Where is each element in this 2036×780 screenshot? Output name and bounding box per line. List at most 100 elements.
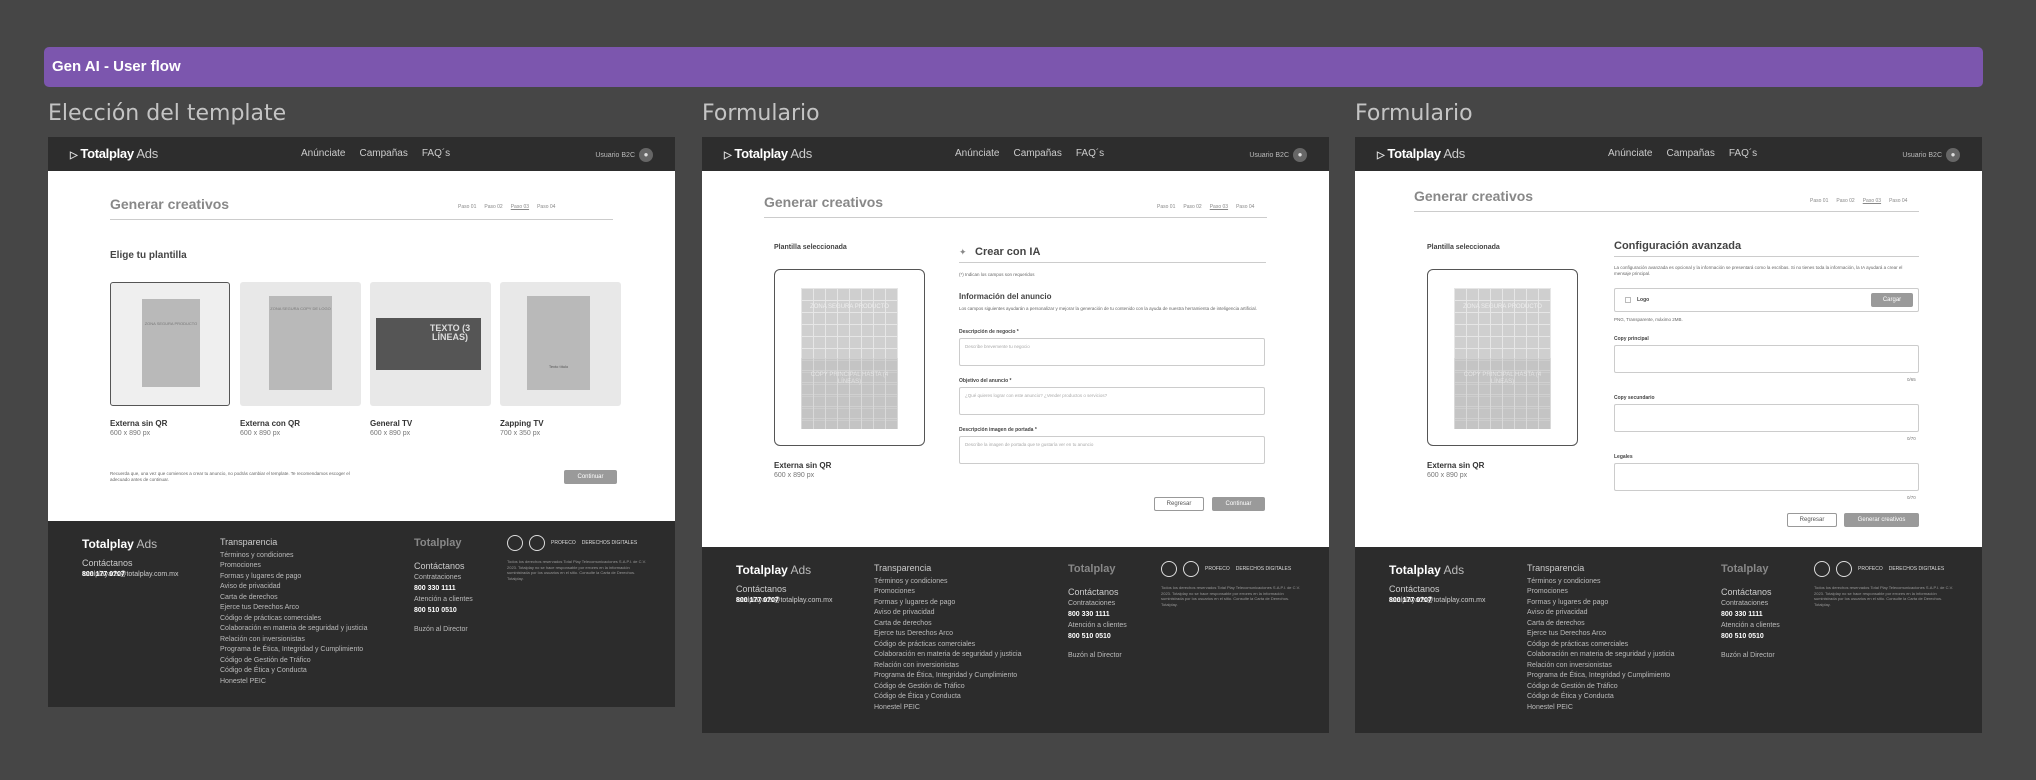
- footer-phone[interactable]: 800 177 0707: [1389, 595, 1432, 607]
- footer-link[interactable]: Promociones: [874, 587, 1021, 598]
- totalplay-ads-logo[interactable]: ▷ Totalplay Ads: [1377, 146, 1465, 161]
- footer-link[interactable]: Código de prácticas comerciales: [874, 640, 1021, 651]
- nav-link-campanas[interactable]: Campañas: [1666, 148, 1714, 159]
- main-copy-field[interactable]: [1614, 345, 1919, 373]
- footer-link[interactable]: Carta de derechos: [1527, 619, 1674, 630]
- footer-link[interactable]: Ejerce tus Derechos Arco: [220, 603, 367, 614]
- totalplay-logo: Totalplay: [1721, 563, 1769, 575]
- footer-link[interactable]: Carta de derechos: [874, 619, 1021, 630]
- footer-link[interactable]: Colaboración en materia de seguridad y j…: [1527, 650, 1674, 661]
- footer-link[interactable]: Ejerce tus Derechos Arco: [1527, 629, 1674, 640]
- logo-hint: PNG, Transparente, máximo 2MB.: [1614, 317, 1683, 322]
- footer-link[interactable]: Aviso de privacidad: [874, 608, 1021, 619]
- footer-link[interactable]: Términos y condiciones: [1527, 577, 1674, 588]
- template-card-zapping-tv[interactable]: Texto título: [500, 282, 621, 406]
- footer-link[interactable]: Aviso de privacidad: [1527, 608, 1674, 619]
- footer-transparency: Transparencia Términos y condiciones Prom…: [220, 537, 367, 687]
- footer-link[interactable]: Promociones: [220, 561, 367, 572]
- logo-upload-field[interactable]: Logo Cargar: [1614, 288, 1919, 312]
- footer-link[interactable]: Promociones: [1527, 587, 1674, 598]
- user-menu[interactable]: Usuario B2C ●: [595, 148, 653, 162]
- footer-link[interactable]: Formas y lugares de pago: [874, 598, 1021, 609]
- footer-link[interactable]: Programa de Ética, Integridad y Cumplimi…: [220, 645, 367, 656]
- nav-link-faq[interactable]: FAQ´s: [1076, 148, 1104, 159]
- footer-link[interactable]: Código de Gestión de Tráfico: [220, 656, 367, 667]
- director-link[interactable]: Buzón al Director: [1068, 650, 1127, 661]
- footer-link[interactable]: Relación con inversionistas: [874, 661, 1021, 672]
- footer-phone[interactable]: 800 177 0707: [82, 569, 125, 581]
- back-button[interactable]: Regresar: [1787, 513, 1837, 527]
- template-card-externa-con-qr[interactable]: ZONA SEGURA COPY DE LOGO: [240, 282, 361, 406]
- back-button[interactable]: Regresar: [1154, 497, 1204, 511]
- continue-button[interactable]: Continuar: [1212, 497, 1265, 511]
- cover-image-field[interactable]: Describe la imagen de portada que te gus…: [959, 436, 1265, 464]
- footer-link[interactable]: Colaboración en materia de seguridad y j…: [220, 624, 367, 635]
- nav-link-anunciate[interactable]: Anúnciate: [301, 148, 345, 159]
- char-counter: 0/70: [1907, 495, 1916, 500]
- footer-link[interactable]: Programa de Ética, Integridad y Cumplimi…: [874, 671, 1021, 682]
- footer-link[interactable]: Código de Ética y Conducta: [1527, 692, 1674, 703]
- footer-link[interactable]: Programa de Ética, Integridad y Cumplimi…: [1527, 671, 1674, 682]
- nav-link-faq[interactable]: FAQ´s: [422, 148, 450, 159]
- footer-contact-title: Contáctanos: [82, 558, 133, 568]
- footer-link[interactable]: Términos y condiciones: [874, 577, 1021, 588]
- footer-link[interactable]: Código de prácticas comerciales: [1527, 640, 1674, 651]
- ad-objective-field[interactable]: ¿Qué quieres lograr con este anuncio? ¿V…: [959, 387, 1265, 415]
- nav-link-anunciate[interactable]: Anúnciate: [955, 148, 999, 159]
- frame-title-3: Formulario: [1355, 101, 1473, 126]
- footer-badges: PROFECO DERECHOS DIGITALES: [1161, 561, 1297, 577]
- totalplay-ads-logo[interactable]: ▷ Totalplay Ads: [724, 146, 812, 161]
- footer-link[interactable]: Relación con inversionistas: [220, 635, 367, 646]
- play-icon: ▷: [1377, 150, 1385, 161]
- footer-link[interactable]: Honestel PEIC: [1527, 703, 1674, 714]
- sparkle-icon: ✦: [959, 247, 967, 257]
- director-link[interactable]: Buzón al Director: [1721, 650, 1780, 661]
- footer-link[interactable]: Formas y lugares de pago: [1527, 598, 1674, 609]
- advanced-description: La configuración avanzada es opcional y …: [1614, 265, 1903, 276]
- secondary-copy-field[interactable]: [1614, 404, 1919, 432]
- nav-link-campanas[interactable]: Campañas: [1013, 148, 1061, 159]
- legal-field[interactable]: [1614, 463, 1919, 491]
- frame-title-1: Elección del template: [48, 101, 287, 126]
- totalplay-ads-logo[interactable]: ▷ Totalplay Ads: [70, 146, 158, 161]
- footer-link[interactable]: Honestel PEIC: [220, 677, 367, 688]
- footer-link[interactable]: Código de Gestión de Tráfico: [874, 682, 1021, 693]
- footer-link[interactable]: Ejerce tus Derechos Arco: [874, 629, 1021, 640]
- footer-link[interactable]: Aviso de privacidad: [220, 582, 367, 593]
- footer-link[interactable]: Carta de derechos: [220, 593, 367, 604]
- template-note: Recuerda que, una vez que comiences a cr…: [110, 471, 350, 482]
- footer-link[interactable]: Honestel PEIC: [874, 703, 1021, 714]
- footer-phone[interactable]: 800 177 0707: [736, 595, 779, 607]
- upload-button[interactable]: Cargar: [1871, 293, 1913, 307]
- play-icon: ▷: [724, 150, 732, 161]
- footer-link[interactable]: Relación con inversionistas: [1527, 661, 1674, 672]
- director-link[interactable]: Buzón al Director: [414, 624, 473, 635]
- image-icon: [1625, 297, 1631, 303]
- template-card-general-tv[interactable]: TEXTO (3 LÍNEAS): [370, 282, 491, 406]
- template-card-externa-sin-qr[interactable]: ZONA SEGURA PRODUCTO: [110, 282, 230, 406]
- template-thumb: ZONA SEGURA COPY DE LOGO: [269, 296, 332, 390]
- user-menu[interactable]: Usuario B2C ●: [1902, 148, 1960, 162]
- footer-link[interactable]: Términos y condiciones: [220, 551, 367, 562]
- card-name: Externa con QR: [240, 419, 301, 428]
- footer-link[interactable]: Colaboración en materia de seguridad y j…: [874, 650, 1021, 661]
- nav-link-campanas[interactable]: Campañas: [359, 148, 407, 159]
- user-menu[interactable]: Usuario B2C ●: [1249, 148, 1307, 162]
- nav-link-anunciate[interactable]: Anúnciate: [1608, 148, 1652, 159]
- card-size: 600 x 890 px: [370, 430, 411, 437]
- generate-button[interactable]: Generar creativos: [1844, 513, 1919, 527]
- template-thumb: Texto título: [527, 296, 590, 390]
- footer-link[interactable]: Código de prácticas comerciales: [220, 614, 367, 625]
- footer-link[interactable]: Código de Gestión de Tráfico: [1527, 682, 1674, 693]
- advanced-title: Configuración avanzada: [1614, 240, 1742, 252]
- footer-link[interactable]: Código de Ética y Conducta: [220, 666, 367, 677]
- footer-link[interactable]: Formas y lugares de pago: [220, 572, 367, 583]
- continue-button[interactable]: Continuar: [564, 470, 617, 484]
- footer-link[interactable]: Código de Ética y Conducta: [874, 692, 1021, 703]
- badge-icon: [529, 535, 545, 551]
- template-preview: ZONA SEGURA PRODUCTO COPY PRINCIPAL HAST…: [774, 269, 925, 446]
- business-description-field[interactable]: Describe brevemente tu negocio: [959, 338, 1265, 366]
- char-counter: 0/65: [1907, 377, 1916, 382]
- nav-link-faq[interactable]: FAQ´s: [1729, 148, 1757, 159]
- frame-form-ai: ▷ Totalplay Ads Anúnciate Campañas FAQ´s Us…: [702, 137, 1329, 733]
